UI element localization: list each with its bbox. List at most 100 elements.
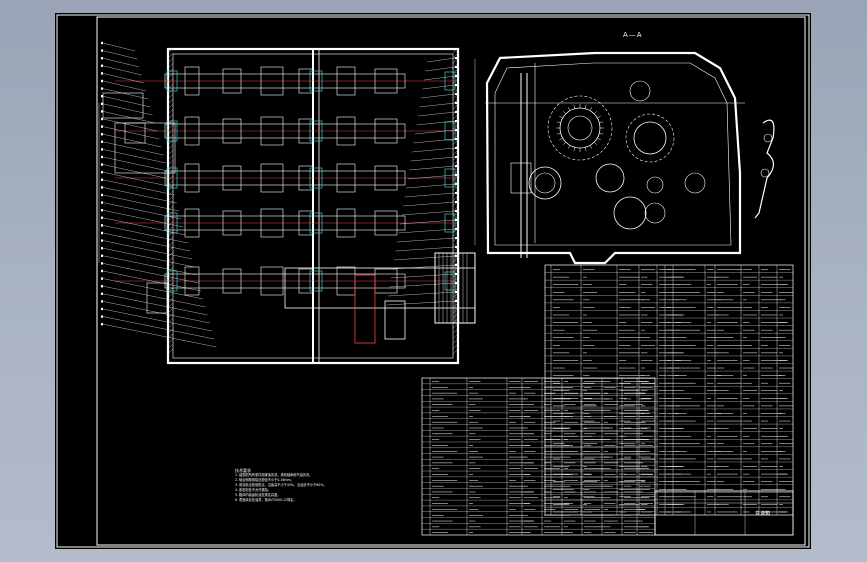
leader-tick bbox=[455, 57, 457, 59]
leader-line bbox=[398, 228, 456, 234]
leader-tick bbox=[101, 315, 103, 318]
leader-tick bbox=[455, 120, 457, 122]
leader-tick bbox=[455, 93, 457, 95]
leader-line bbox=[102, 179, 175, 196]
gear-tooth bbox=[567, 145, 571, 149]
leader-line bbox=[402, 201, 456, 207]
gear-circle bbox=[595, 163, 625, 193]
title-block bbox=[654, 490, 794, 536]
pitch-circle bbox=[625, 113, 675, 163]
leader-tick bbox=[101, 163, 103, 166]
leader-line bbox=[407, 174, 456, 180]
leader-tick bbox=[455, 174, 457, 176]
gear bbox=[384, 300, 406, 340]
gear-tooth bbox=[567, 107, 571, 111]
leader-line bbox=[102, 187, 177, 204]
leader-line bbox=[102, 316, 215, 340]
gear-tooth bbox=[556, 132, 561, 135]
drawing-sheet: A—A 技术要求 1. 装配前所有零件用煤油清洗，滚动轴承用汽油清洗。 2. 啮… bbox=[55, 13, 811, 549]
leader-line bbox=[102, 42, 136, 52]
section-label: A—A bbox=[623, 31, 643, 39]
gear-tooth bbox=[584, 104, 587, 109]
leader-tick bbox=[101, 285, 103, 288]
leader-line bbox=[102, 255, 197, 276]
gear-tooth bbox=[559, 115, 563, 119]
gear-circle bbox=[644, 202, 666, 224]
leader-tick bbox=[455, 282, 457, 284]
leader-tick bbox=[455, 192, 457, 194]
leader-line bbox=[102, 134, 162, 148]
gear-circle bbox=[633, 121, 667, 155]
leader-line bbox=[410, 156, 456, 162]
leader-tick bbox=[101, 125, 103, 128]
leader-line bbox=[102, 88, 149, 100]
gear-circle bbox=[528, 166, 562, 200]
leader-line bbox=[404, 192, 456, 198]
gear-tooth bbox=[597, 115, 601, 119]
leader-line bbox=[102, 141, 164, 156]
leader-tick bbox=[101, 95, 103, 98]
gear-tooth bbox=[573, 104, 576, 109]
leader-tick bbox=[101, 300, 103, 303]
section-housing bbox=[485, 51, 742, 265]
leader-line bbox=[390, 273, 456, 279]
leader-tick bbox=[455, 102, 457, 104]
leader-tick bbox=[101, 193, 103, 197]
leader-tick bbox=[101, 277, 103, 280]
leader-line bbox=[102, 126, 160, 140]
leader-line bbox=[411, 147, 456, 153]
leader-line bbox=[405, 183, 456, 189]
leader-tick bbox=[101, 79, 103, 83]
leader-line bbox=[396, 237, 456, 243]
leader-tick bbox=[455, 228, 457, 230]
leader-line bbox=[102, 232, 191, 252]
leader-line bbox=[102, 172, 173, 188]
gear-tooth bbox=[593, 110, 598, 115]
leader-tick bbox=[455, 84, 457, 86]
leader-tick bbox=[101, 49, 103, 52]
leader-tick bbox=[455, 246, 457, 248]
leader-tick bbox=[101, 307, 103, 311]
leader-tick bbox=[101, 102, 103, 105]
leader-line bbox=[102, 58, 140, 68]
gear-tooth bbox=[573, 147, 576, 152]
leader-tick bbox=[101, 231, 103, 235]
leader-line bbox=[102, 278, 204, 300]
leader-tick bbox=[101, 117, 103, 121]
leader-line bbox=[102, 65, 142, 76]
leader-tick bbox=[101, 254, 103, 257]
leader-tick bbox=[101, 133, 103, 136]
leader-line bbox=[408, 165, 456, 171]
gear-circle bbox=[534, 172, 556, 194]
section-inner bbox=[494, 62, 732, 246]
leader-line bbox=[401, 210, 456, 216]
leader-tick bbox=[455, 210, 457, 212]
gear-tooth bbox=[556, 121, 561, 124]
leader-line bbox=[102, 149, 166, 164]
leader-tick bbox=[101, 140, 103, 143]
gear-tooth bbox=[562, 141, 567, 146]
leader-line bbox=[419, 102, 456, 108]
leader-tick bbox=[101, 262, 103, 265]
leader-tick bbox=[101, 155, 103, 159]
leader-tick bbox=[101, 201, 103, 204]
leader-tick bbox=[101, 57, 103, 60]
gear-tooth bbox=[584, 147, 587, 152]
leader-tick bbox=[455, 111, 457, 113]
input-stub bbox=[146, 282, 168, 314]
leader-line bbox=[102, 263, 199, 284]
leader-tick bbox=[455, 165, 457, 167]
gear-circle bbox=[646, 176, 664, 194]
leader-tick bbox=[101, 247, 103, 250]
leader-line bbox=[426, 57, 456, 63]
leader-tick bbox=[455, 75, 457, 77]
leader-line bbox=[102, 164, 171, 180]
parts-table-left bbox=[421, 377, 656, 536]
leader-line bbox=[102, 118, 158, 132]
leader-tick bbox=[101, 292, 103, 295]
gear-tooth bbox=[597, 137, 601, 141]
leader-line bbox=[102, 50, 138, 60]
lever-pin bbox=[760, 168, 770, 178]
leader-tick bbox=[101, 72, 103, 75]
leader-line bbox=[417, 111, 456, 117]
